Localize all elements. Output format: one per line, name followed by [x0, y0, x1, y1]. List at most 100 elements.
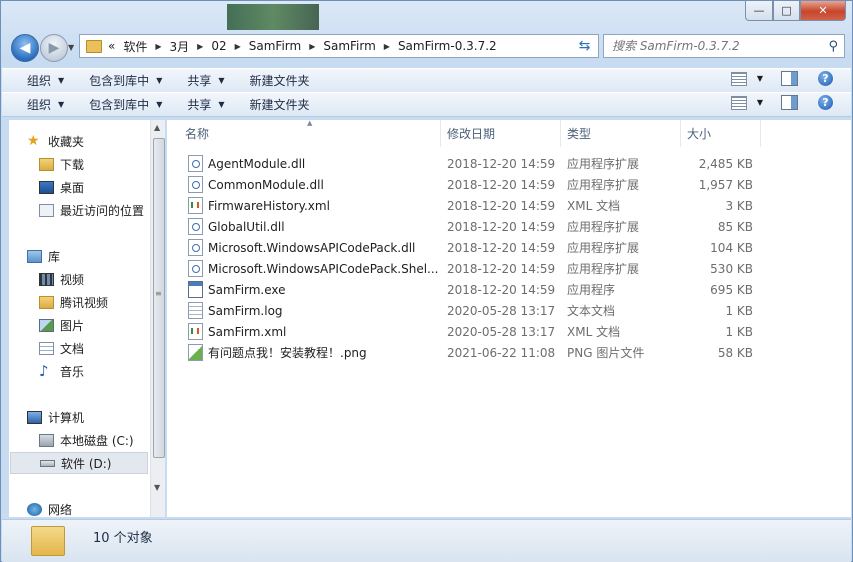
file-row[interactable]: SamFirm.xml 2020-05-28 13:17 XML 文档 1 KB [167, 321, 767, 342]
xml-icon [188, 197, 203, 214]
navigation-scrollbar[interactable]: ▲ ≡ ▼ [150, 120, 165, 517]
nav-item-local-disk-c[interactable]: 本地磁盘 (C:) [39, 429, 150, 451]
desktop-icon [39, 180, 54, 194]
search-box[interactable]: ⚲ [603, 34, 845, 58]
share-menu[interactable]: 共享 ▼ [187, 96, 224, 113]
scroll-down-icon[interactable]: ▼ [154, 483, 160, 492]
dll-icon [188, 176, 203, 193]
dll-icon [188, 260, 203, 277]
file-row[interactable]: AgentModule.dll 2018-12-20 14:59 应用程序扩展 2,4… [167, 153, 767, 174]
nav-computer[interactable]: 计算机 [27, 406, 150, 428]
include-in-library-menu[interactable]: 包含到库中 ▼ [89, 96, 162, 113]
file-type: 应用程序扩展 [567, 220, 640, 234]
chevron-down-icon: ▼ [156, 76, 163, 85]
nav-item-videos[interactable]: 视频 [39, 268, 150, 290]
minimize-button[interactable]: — [745, 1, 773, 21]
nav-item-documents[interactable]: 文档 [39, 337, 150, 359]
scroll-up-icon[interactable]: ▲ [154, 123, 160, 132]
file-row[interactable]: FirmwareHistory.xml 2018-12-20 14:59 XML 文… [167, 195, 767, 216]
chevron-down-icon[interactable]: ▼ [757, 98, 763, 107]
search-input[interactable] [604, 38, 824, 54]
breadcrumb-overflow[interactable]: « [108, 39, 115, 53]
file-type: 应用程序扩展 [567, 262, 640, 276]
back-button[interactable]: ◀ [11, 34, 39, 62]
chevron-down-icon: ▼ [58, 76, 65, 85]
column-header-type[interactable]: 类型 [561, 120, 681, 147]
breadcrumb-item[interactable]: 软件 [123, 38, 147, 55]
column-header-size[interactable]: 大小 [681, 120, 761, 147]
recent-places-icon [39, 203, 54, 217]
library-icon [27, 249, 42, 263]
nav-item-music[interactable]: ♪ 音乐 [39, 360, 150, 382]
share-menu[interactable]: 共享 ▼ [187, 72, 224, 89]
file-type: 文本文档 [567, 304, 616, 318]
breadcrumb-item[interactable]: SamFirm-0.3.7.2 [398, 39, 497, 53]
file-type: XML 文档 [567, 199, 621, 213]
breadcrumb-separator-icon[interactable]: ▶ [155, 42, 161, 51]
nav-item-recent-places[interactable]: 最近访问的位置 [39, 199, 150, 221]
address-bar[interactable]: « 软件 ▶ 3月 ▶ 02 ▶ SamFirm ▶ SamFirm ▶ Sam… [79, 34, 596, 58]
forward-button[interactable]: ▶ [40, 34, 68, 62]
help-icon[interactable]: ? [818, 95, 833, 110]
recent-pages-dropdown[interactable]: ▼ [68, 43, 74, 52]
breadcrumb-separator-icon[interactable]: ▶ [384, 42, 390, 51]
breadcrumb-item[interactable]: 02 [211, 39, 226, 53]
refresh-icon: ⇆ [578, 38, 591, 54]
pictures-library-icon [39, 318, 54, 332]
file-date: 2021-06-22 11:08 [447, 345, 556, 360]
organize-menu[interactable]: 组织 ▼ [27, 72, 64, 89]
file-name: GlobalUtil.dll [208, 219, 285, 234]
file-row[interactable]: Microsoft.WindowsAPICodePack.Shel... 2018… [167, 258, 767, 279]
breadcrumb-item[interactable]: SamFirm [249, 39, 301, 53]
nav-item-tencent-video[interactable]: 腾讯视频 [39, 291, 150, 313]
close-button[interactable]: ✕ [800, 1, 846, 21]
breadcrumb-separator-icon[interactable]: ▶ [197, 42, 203, 51]
nav-favorites[interactable]: ★ 收藏夹 [27, 130, 150, 152]
network-icon [27, 502, 42, 516]
chevron-down-icon[interactable]: ▼ [757, 74, 763, 83]
organize-menu[interactable]: 组织 ▼ [27, 96, 64, 113]
file-size: 58 KB [717, 345, 753, 360]
new-folder-button[interactable]: 新建文件夹 [250, 96, 310, 113]
file-row[interactable]: 有问题点我！安装教程！.png 2021-06-22 11:08 PNG 图片文件 5… [167, 342, 767, 363]
include-in-library-menu[interactable]: 包含到库中 ▼ [89, 72, 162, 89]
dll-icon [188, 239, 203, 256]
preview-pane-icon[interactable] [781, 95, 798, 110]
video-library-icon [39, 272, 54, 286]
caption-buttons: — □ ✕ [745, 1, 846, 21]
nav-item-drive-d[interactable]: 软件 (D:) [10, 452, 148, 474]
file-size: 530 KB [710, 261, 753, 276]
column-header-date[interactable]: 修改日期 [441, 120, 561, 147]
help-icon[interactable]: ? [818, 71, 833, 86]
breadcrumb-item[interactable]: SamFirm [323, 39, 375, 53]
nav-libraries[interactable]: 库 [27, 245, 150, 267]
file-row[interactable]: GlobalUtil.dll 2018-12-20 14:59 应用程序扩展 85 K… [167, 216, 767, 237]
refresh-button[interactable]: ⇆ [571, 34, 599, 58]
view-options-icon[interactable] [730, 71, 747, 86]
search-icon[interactable]: ⚲ [828, 39, 838, 54]
nav-item-desktop[interactable]: 桌面 [39, 176, 150, 198]
breadcrumb-separator-icon[interactable]: ▶ [235, 42, 241, 51]
breadcrumb: « 软件 ▶ 3月 ▶ 02 ▶ SamFirm ▶ SamFirm ▶ Sam… [108, 38, 497, 55]
preview-pane-icon[interactable] [781, 71, 798, 86]
nav-network[interactable]: 网络 [27, 498, 150, 517]
file-row[interactable]: SamFirm.exe 2018-12-20 14:59 应用程序 695 KB [167, 279, 767, 300]
file-row[interactable]: SamFirm.log 2020-05-28 13:17 文本文档 1 KB [167, 300, 767, 321]
scrollbar-thumb[interactable]: ≡ [153, 138, 165, 458]
file-type: XML 文档 [567, 325, 621, 339]
nav-item-downloads[interactable]: 下载 [39, 153, 150, 175]
file-date: 2020-05-28 13:17 [447, 303, 556, 318]
chevron-down-icon: ▼ [218, 100, 225, 109]
new-folder-button[interactable]: 新建文件夹 [250, 72, 310, 89]
view-options-icon[interactable] [730, 95, 747, 110]
file-row[interactable]: Microsoft.WindowsAPICodePack.dll 2018-12-… [167, 237, 767, 258]
breadcrumb-separator-icon[interactable]: ▶ [309, 42, 315, 51]
nav-item-pictures[interactable]: 图片 [39, 314, 150, 336]
column-header-name[interactable]: ▲ 名称 [167, 119, 441, 147]
maximize-button[interactable]: □ [773, 1, 800, 21]
breadcrumb-item[interactable]: 3月 [170, 38, 190, 55]
file-row[interactable]: CommonModule.dll 2018-12-20 14:59 应用程序扩展 1,… [167, 174, 767, 195]
dll-icon [188, 218, 203, 235]
navigation-pane: ★ 收藏夹 下载 桌面 最近访问的位置 库 视频 腾讯视频 图片 文档 ♪ 音乐 计… [9, 120, 150, 517]
file-date: 2018-12-20 14:59 [447, 282, 556, 297]
